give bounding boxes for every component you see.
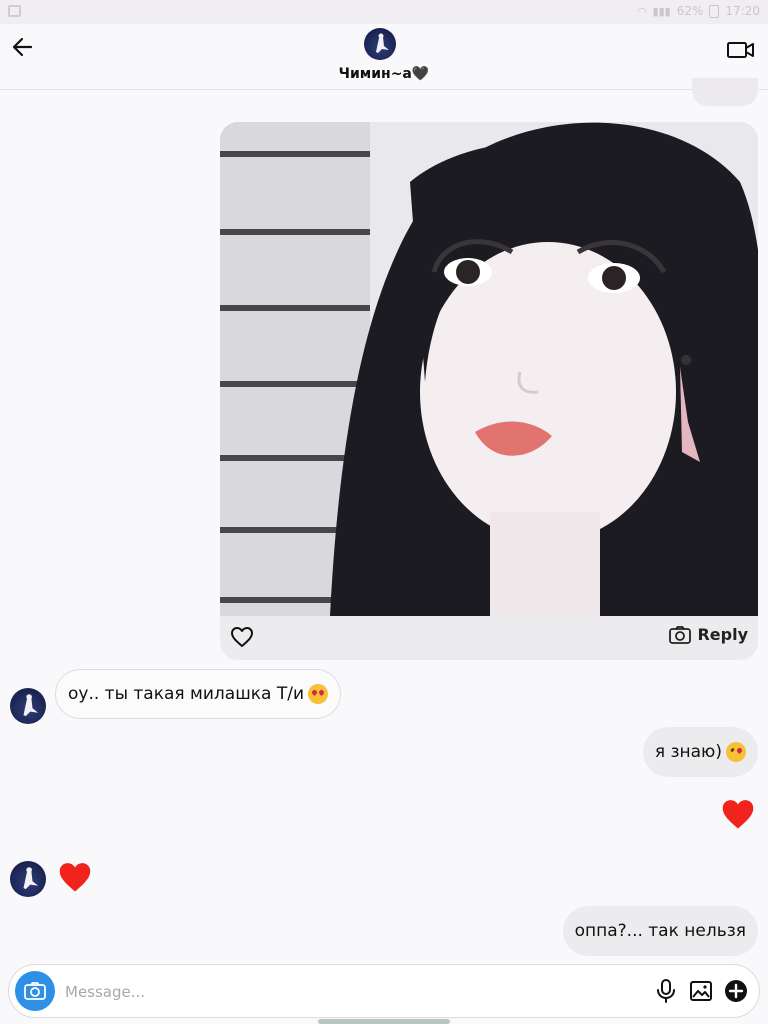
- battery-text: 62%: [676, 4, 704, 18]
- status-right: ◠ ▮▮▮ 62% 17:20: [637, 4, 760, 18]
- message-input[interactable]: [65, 979, 565, 1005]
- gallery-notification-icon: [8, 5, 21, 17]
- photo-footer: Reply: [220, 616, 758, 660]
- message-composer: [8, 964, 760, 1018]
- back-arrow-icon[interactable]: [10, 34, 36, 60]
- message-text: оу.. ты такая милашка Т/и: [68, 684, 304, 704]
- chat-header: Чимин~а🖤: [0, 24, 768, 90]
- message-text: я знаю): [654, 742, 722, 762]
- video-call-icon[interactable]: [726, 38, 756, 62]
- heart-reaction-icon[interactable]: [57, 861, 93, 893]
- status-bar: ◠ ▮▮▮ 62% 17:20: [0, 0, 768, 24]
- wifi-icon: ◠: [636, 4, 647, 18]
- photo-message[interactable]: Reply: [220, 122, 758, 660]
- avatar-figure-icon: [23, 694, 39, 717]
- outgoing-message[interactable]: я знаю): [642, 727, 758, 777]
- microphone-icon[interactable]: [655, 978, 677, 1004]
- camera-button[interactable]: [15, 971, 55, 1011]
- outgoing-message[interactable]: оппа?... так нельзя: [562, 906, 758, 956]
- battery-icon: [709, 4, 720, 18]
- avatar-figure-icon: [376, 33, 389, 53]
- heart-outline-icon[interactable]: [230, 626, 254, 648]
- contact-avatar[interactable]: [364, 28, 396, 60]
- heart-eyes-emoji-icon: [308, 684, 328, 704]
- previous-message-bubble: [692, 78, 758, 106]
- reply-button[interactable]: Reply: [669, 625, 748, 644]
- contact-avatar[interactable]: [10, 688, 46, 724]
- heart-reaction-icon[interactable]: [720, 798, 756, 830]
- clock: 17:20: [725, 4, 760, 18]
- signal-icon: ▮▮▮: [652, 4, 671, 18]
- gallery-icon[interactable]: [689, 979, 713, 1003]
- home-indicator[interactable]: [318, 1019, 450, 1024]
- contact-name[interactable]: Чимин~а🖤: [0, 66, 768, 82]
- camera-icon: [669, 625, 692, 644]
- kissing-emoji-icon: [726, 742, 746, 762]
- shared-photo[interactable]: [220, 122, 758, 616]
- contact-avatar[interactable]: [10, 861, 46, 897]
- message-text: оппа?... так нельзя: [574, 921, 746, 941]
- avatar-figure-icon: [23, 867, 39, 890]
- camera-icon: [24, 982, 46, 1000]
- reply-label: Reply: [697, 625, 748, 644]
- add-icon[interactable]: [723, 978, 749, 1004]
- incoming-message[interactable]: оу.. ты такая милашка Т/и: [55, 669, 341, 719]
